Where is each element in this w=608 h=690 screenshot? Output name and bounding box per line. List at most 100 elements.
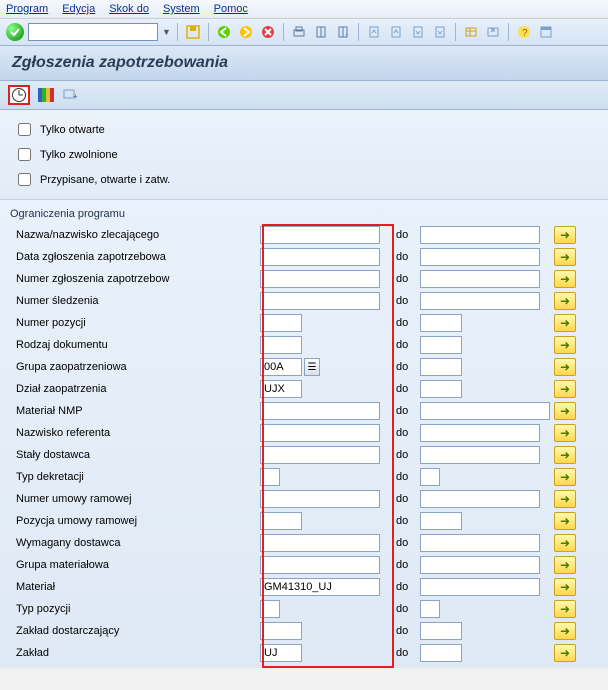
to-input[interactable] <box>420 556 540 574</box>
last-page-icon[interactable] <box>431 23 449 41</box>
selection-row: Data zgłoszenia zapotrzebowado➜ <box>0 246 608 268</box>
only-open-input[interactable] <box>18 123 31 136</box>
multiple-selection-button[interactable]: ➜ <box>554 314 576 332</box>
save-icon[interactable] <box>184 23 202 41</box>
to-input[interactable] <box>420 270 540 288</box>
multiple-selection-button[interactable]: ➜ <box>554 556 576 574</box>
back-icon[interactable] <box>215 23 233 41</box>
menu-edit[interactable]: Edycja <box>62 3 95 15</box>
to-input[interactable] <box>420 380 462 398</box>
next-page-icon[interactable] <box>409 23 427 41</box>
from-input[interactable] <box>260 622 302 640</box>
multiple-selection-button[interactable]: ➜ <box>554 534 576 552</box>
to-input[interactable] <box>420 402 550 420</box>
field-label: Wymagany dostawca <box>10 537 260 549</box>
menu-help[interactable]: Pomoc <box>214 3 248 15</box>
to-input[interactable] <box>420 490 540 508</box>
to-input[interactable] <box>420 226 540 244</box>
menu-program[interactable]: Program <box>6 3 48 15</box>
from-input[interactable] <box>260 314 302 332</box>
multiple-selection-button[interactable]: ➜ <box>554 292 576 310</box>
to-input[interactable] <box>420 644 462 662</box>
exit-icon[interactable] <box>237 23 255 41</box>
multiple-selection-button[interactable]: ➜ <box>554 358 576 376</box>
from-input[interactable] <box>260 292 380 310</box>
to-input[interactable] <box>420 600 440 618</box>
prev-page-icon[interactable] <box>387 23 405 41</box>
session-icon[interactable] <box>462 23 480 41</box>
to-input[interactable] <box>420 292 540 310</box>
multiple-selection-button[interactable]: ➜ <box>554 622 576 640</box>
from-input[interactable] <box>260 644 302 662</box>
to-input[interactable] <box>420 534 540 552</box>
to-input[interactable] <box>420 446 540 464</box>
layout-icon[interactable] <box>537 23 555 41</box>
to-input[interactable] <box>420 512 462 530</box>
to-input[interactable] <box>420 358 462 376</box>
from-input[interactable] <box>260 512 302 530</box>
multiple-selection-button[interactable]: ➜ <box>554 578 576 596</box>
multiple-selection-button[interactable]: ➜ <box>554 424 576 442</box>
to-input[interactable] <box>420 578 540 596</box>
assigned-input[interactable] <box>18 173 31 186</box>
from-input[interactable] <box>260 402 380 420</box>
print-icon[interactable] <box>290 23 308 41</box>
value-help-button[interactable]: ☰ <box>304 358 320 376</box>
from-input[interactable] <box>260 226 380 244</box>
only-released-checkbox[interactable]: Tylko zwolnione <box>14 145 594 164</box>
multiple-selection-button[interactable]: ➜ <box>554 446 576 464</box>
to-input[interactable] <box>420 248 540 266</box>
from-input[interactable] <box>260 534 380 552</box>
multiple-selection-button[interactable]: ➜ <box>554 490 576 508</box>
cancel-icon[interactable] <box>259 23 277 41</box>
menu-jump[interactable]: Skok do <box>109 3 149 15</box>
from-input[interactable] <box>260 380 302 398</box>
from-input[interactable] <box>260 556 380 574</box>
multiple-selection-button[interactable]: ➜ <box>554 402 576 420</box>
multiple-selection-button[interactable]: ➜ <box>554 512 576 530</box>
shortcut-icon[interactable] <box>484 23 502 41</box>
execute-button[interactable] <box>8 85 30 105</box>
from-input[interactable] <box>260 600 280 618</box>
multiple-selection-button[interactable]: ➜ <box>554 270 576 288</box>
multiple-selection-button[interactable]: ➜ <box>554 248 576 266</box>
selection-row: Materiał NMPdo➜ <box>0 400 608 422</box>
to-input[interactable] <box>420 336 462 354</box>
multiple-selection-button[interactable]: ➜ <box>554 336 576 354</box>
first-page-icon[interactable] <box>365 23 383 41</box>
assigned-checkbox[interactable]: Przypisane, otwarte i zatw. <box>14 170 594 189</box>
to-input[interactable] <box>420 468 440 486</box>
from-input[interactable] <box>260 424 380 442</box>
from-input[interactable] <box>260 446 380 464</box>
to-input[interactable] <box>420 622 462 640</box>
only-released-input[interactable] <box>18 148 31 161</box>
enter-icon[interactable] <box>6 23 24 41</box>
from-input[interactable] <box>260 270 380 288</box>
multiple-selection-button[interactable]: ➜ <box>554 644 576 662</box>
dropdown-icon[interactable]: ▼ <box>162 27 171 37</box>
only-open-checkbox[interactable]: Tylko otwarte <box>14 120 594 139</box>
assigned-label: Przypisane, otwarte i zatw. <box>40 174 170 186</box>
from-input[interactable] <box>260 490 380 508</box>
from-input[interactable] <box>260 578 380 596</box>
from-input[interactable] <box>260 468 280 486</box>
command-field[interactable] <box>28 23 158 41</box>
to-input[interactable] <box>420 314 462 332</box>
find-icon[interactable] <box>312 23 330 41</box>
to-label: do <box>390 559 420 571</box>
dynamic-selections-icon[interactable]: + <box>62 86 80 104</box>
multiple-selection-button[interactable]: ➜ <box>554 226 576 244</box>
from-input[interactable] <box>260 248 380 266</box>
help-icon[interactable]: ? <box>515 23 533 41</box>
menu-system[interactable]: System <box>163 3 200 15</box>
selection-row: Numer śledzeniado➜ <box>0 290 608 312</box>
variants-icon[interactable] <box>38 88 54 102</box>
multiple-selection-button[interactable]: ➜ <box>554 380 576 398</box>
from-input[interactable] <box>260 336 302 354</box>
to-input[interactable] <box>420 424 540 442</box>
find-next-icon[interactable]: + <box>334 23 352 41</box>
multiple-selection-button[interactable]: ➜ <box>554 600 576 618</box>
from-input[interactable] <box>260 358 302 376</box>
multiple-selection-button[interactable]: ➜ <box>554 468 576 486</box>
field-label: Numer śledzenia <box>10 295 260 307</box>
